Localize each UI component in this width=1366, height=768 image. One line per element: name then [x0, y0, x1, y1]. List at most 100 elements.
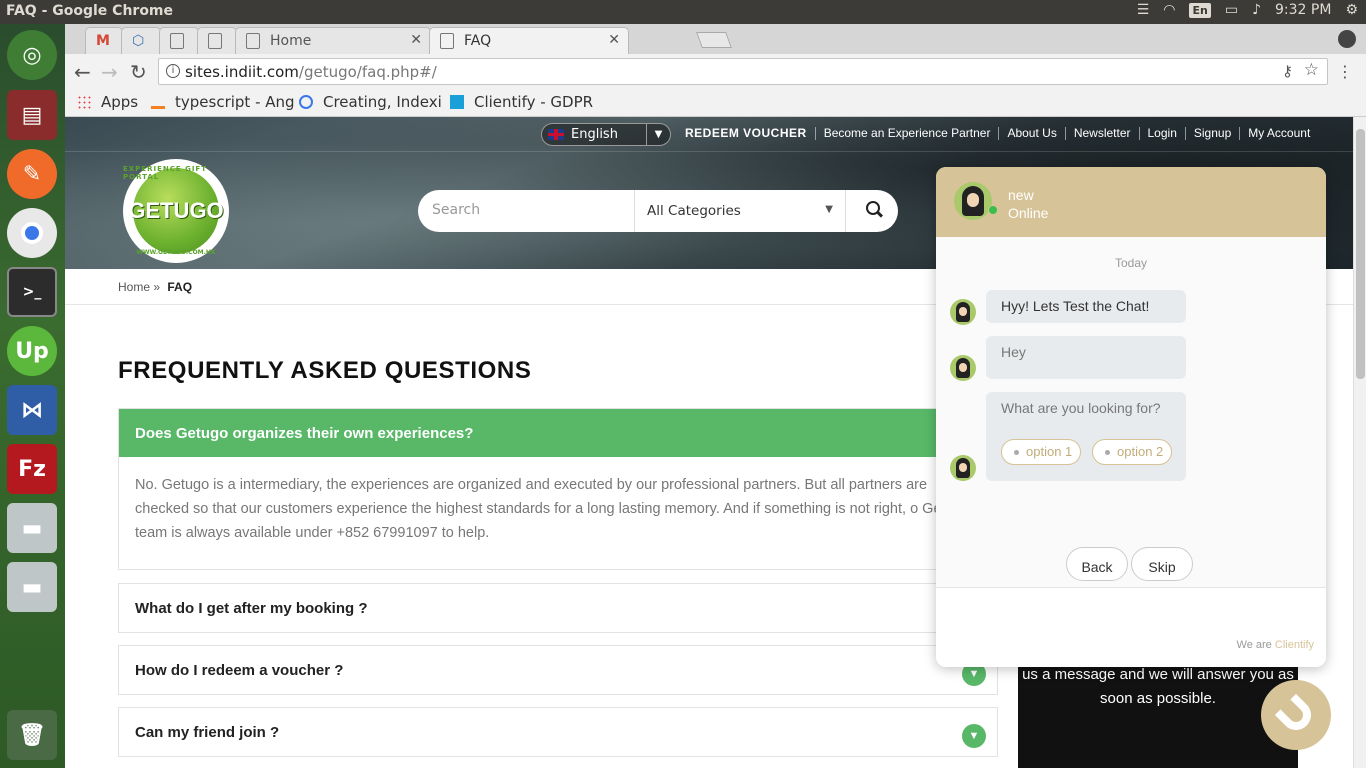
close-icon[interactable]: ✕ [608, 32, 620, 48]
scrollbar-thumb[interactable] [1356, 129, 1365, 379]
skip-button[interactable]: Skip [1131, 547, 1193, 581]
agent-avatar [950, 455, 976, 481]
tab-label: Home [270, 33, 312, 49]
chat-message: What are you looking for? [986, 392, 1186, 481]
bookmark-creating[interactable]: Creating, Indexi [299, 93, 442, 111]
terminal-icon[interactable]: >_ [7, 267, 57, 317]
agent-status: Online [1008, 205, 1049, 221]
ubuntu-dash-icon[interactable]: ◎ [7, 30, 57, 80]
chat-widget: new Online Today Hyy! Lets Test the Chat… [936, 167, 1326, 667]
nav-signup[interactable]: Signup [1186, 127, 1241, 140]
account-icon[interactable] [1338, 30, 1356, 48]
chevron-down-icon: ▼ [646, 124, 670, 145]
hexagon-icon: ⬡ [132, 33, 145, 49]
browser-toolbar: ← → ↻ i sites.indiit.com/getugo/faq.php#… [65, 54, 1366, 89]
chat-day-label: Today [1114, 256, 1148, 270]
faq-item[interactable]: Can my friend join ? ▼ [118, 707, 998, 757]
bookmark-label: Creating, Indexi [323, 93, 442, 111]
chat-message: Hey [986, 336, 1186, 379]
clock[interactable]: 9:32 PM [1275, 2, 1331, 18]
menu-kebab-icon[interactable]: ⋮ [1337, 62, 1353, 81]
faq-answer: No. Getugo is a intermediary, the experi… [135, 477, 970, 541]
postman-icon[interactable]: ✎ [7, 149, 57, 199]
drive-icon[interactable]: ▬ [7, 503, 57, 553]
clientify-icon [450, 95, 464, 109]
back-button[interactable]: Back [1066, 547, 1128, 581]
new-tab-button[interactable] [696, 32, 732, 48]
bookmark-star-icon[interactable]: ☆ [1304, 60, 1319, 80]
battery-icon[interactable]: ▭ [1225, 2, 1238, 18]
search-icon[interactable] [866, 201, 880, 215]
category-select[interactable]: All Categories ▼ [634, 190, 846, 232]
wifi-icon[interactable]: ◠ [1163, 2, 1175, 18]
nav-my-account[interactable]: My Account [1240, 127, 1318, 140]
faq-item[interactable]: What do I get after my booking ? [118, 583, 998, 633]
settings-gear-icon[interactable]: ⚙ [1345, 2, 1358, 18]
powered-by: We are Clientify [1236, 639, 1314, 651]
tab-pinned[interactable] [197, 27, 237, 54]
agent-avatar [950, 355, 976, 381]
faq-question: How do I redeem a voucher ? [135, 662, 344, 679]
tab-faq[interactable]: FAQ ✕ [429, 27, 629, 54]
uk-flag-icon [548, 129, 564, 140]
bookmark-typescript[interactable]: typescript - Ang [151, 93, 295, 111]
language-label: English [571, 127, 618, 142]
logo-ring-text: WWW.GETUGO.COM.HK [136, 249, 216, 256]
language-select[interactable]: English ▼ [541, 123, 671, 146]
tab-label: FAQ [464, 33, 492, 49]
window-title: FAQ - Google Chrome [6, 3, 174, 19]
drive-icon[interactable]: ▬ [7, 562, 57, 612]
breadcrumb: Home » FAQ [118, 280, 192, 294]
keyboard-layout[interactable]: En [1189, 2, 1211, 18]
nav-redeem-voucher[interactable]: REDEEM VOUCHER [677, 127, 816, 140]
chat-launcher-button[interactable] [1261, 680, 1331, 750]
breadcrumb-home[interactable]: Home [118, 280, 150, 294]
search-input[interactable]: Search [432, 202, 480, 218]
chevron-down-icon[interactable]: ▼ [962, 724, 986, 748]
forward-arrow-icon[interactable]: → [101, 60, 118, 84]
chevron-down-icon: ▼ [825, 204, 833, 215]
nav-about-us[interactable]: About Us [999, 127, 1066, 140]
search-bar: Search All Categories ▼ [418, 190, 898, 232]
reload-icon[interactable]: ↻ [130, 60, 147, 84]
chat-option-button[interactable]: option 2 [1092, 439, 1173, 465]
back-arrow-icon[interactable]: ← [74, 60, 91, 84]
clientify-link[interactable]: Clientify [1275, 639, 1314, 651]
faq-question: What do I get after my booking ? [135, 600, 368, 617]
online-status-dot [988, 205, 998, 215]
magnet-icon [1274, 693, 1318, 737]
chat-body: Today Hyy! Lets Test the Chat! Hey What … [936, 237, 1326, 587]
chrome-icon[interactable] [7, 208, 57, 258]
nav-links: REDEEM VOUCHER Become an Experience Part… [677, 127, 1318, 140]
nav-login[interactable]: Login [1140, 127, 1186, 140]
page-scrollbar[interactable] [1353, 117, 1366, 768]
vscode-icon[interactable]: ⋈ [7, 385, 57, 435]
nav-become-partner[interactable]: Become an Experience Partner [816, 127, 1000, 140]
tab-home[interactable]: Home ✕ [235, 27, 431, 54]
chat-option-button[interactable]: option 1 [1001, 439, 1082, 465]
info-icon[interactable]: i [166, 64, 180, 78]
bookmark-apps[interactable]: Apps [77, 93, 138, 111]
getugo-logo[interactable]: EXPERIENCE GIFT PORTAL GETUGO WWW.GETUGO… [123, 159, 229, 263]
volume-icon[interactable]: ♪ [1252, 2, 1261, 18]
agent-avatar [954, 182, 992, 220]
tab-pinned[interactable] [159, 27, 199, 54]
tab-pinned[interactable]: ⬡ [121, 27, 161, 54]
filezilla-icon[interactable]: Fz [7, 444, 57, 494]
close-icon[interactable]: ✕ [410, 32, 422, 48]
bookmark-clientify[interactable]: Clientify - GDPR [450, 93, 593, 111]
key-icon[interactable]: ⚷ [1282, 62, 1293, 80]
files-icon[interactable]: ▤ [7, 90, 57, 140]
page-icon [440, 33, 454, 49]
upwork-icon[interactable]: Up [7, 326, 57, 376]
agent-name: new [1008, 187, 1034, 203]
tab-gmail[interactable]: M [85, 27, 123, 54]
tab-strip: M ⬡ Home ✕ FAQ ✕ [65, 24, 1366, 54]
nav-newsletter[interactable]: Newsletter [1066, 127, 1140, 140]
trash-icon[interactable]: 🗑 [7, 710, 57, 760]
faq-question[interactable]: Does Getugo organizes their own experien… [119, 409, 997, 457]
menu-icon[interactable]: ☰ [1137, 2, 1150, 18]
address-bar[interactable]: i sites.indiit.com/getugo/faq.php#/ ⚷ ☆ [158, 58, 1328, 85]
faq-item[interactable]: How do I redeem a voucher ? ▼ [118, 645, 998, 695]
chat-input-area[interactable]: We are Clientify [936, 587, 1326, 667]
